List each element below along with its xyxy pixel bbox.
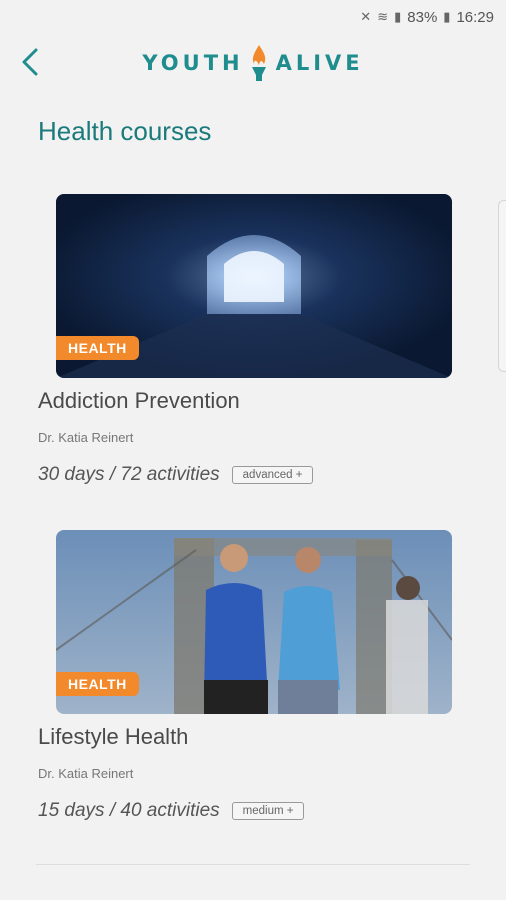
course-duration: 15 days / 40 activities: [38, 800, 220, 821]
wifi-icon: ≋: [377, 9, 389, 24]
torch-icon: [251, 45, 266, 81]
course-title[interactable]: Addiction Prevention: [38, 388, 240, 414]
course-author: Dr. Katia Reinert: [38, 766, 134, 781]
app-bar: YOUTH ALIVE: [0, 34, 506, 92]
clock: 16:29: [456, 8, 494, 26]
battery-percent: 83%: [407, 8, 438, 26]
mute-icon: ✕: [360, 9, 372, 24]
course-title[interactable]: Lifestyle Health: [38, 724, 188, 750]
signal-icon: ▮: [394, 9, 402, 24]
side-drawer-handle[interactable]: [498, 200, 506, 372]
course-duration: 30 days / 72 activities: [38, 464, 220, 485]
category-badge: HEALTH: [56, 672, 139, 696]
level-badge[interactable]: advanced +: [231, 466, 314, 484]
app-logo: YOUTH ALIVE: [0, 45, 506, 81]
page-title: Health courses: [38, 116, 212, 146]
category-badge: HEALTH: [56, 336, 139, 360]
divider: [36, 864, 470, 865]
course-meta: 30 days / 72 activities advanced +: [38, 464, 314, 486]
battery-icon: ▮: [443, 9, 451, 24]
status-bar: ✕ ≋ ▮ 83% ▮ 16:29: [0, 0, 506, 34]
course-meta: 15 days / 40 activities medium +: [38, 800, 305, 822]
logo-text-left: YOUTH: [142, 51, 244, 75]
level-badge[interactable]: medium +: [231, 802, 305, 820]
course-author: Dr. Katia Reinert: [38, 430, 134, 445]
logo-text-right: ALIVE: [275, 51, 364, 75]
